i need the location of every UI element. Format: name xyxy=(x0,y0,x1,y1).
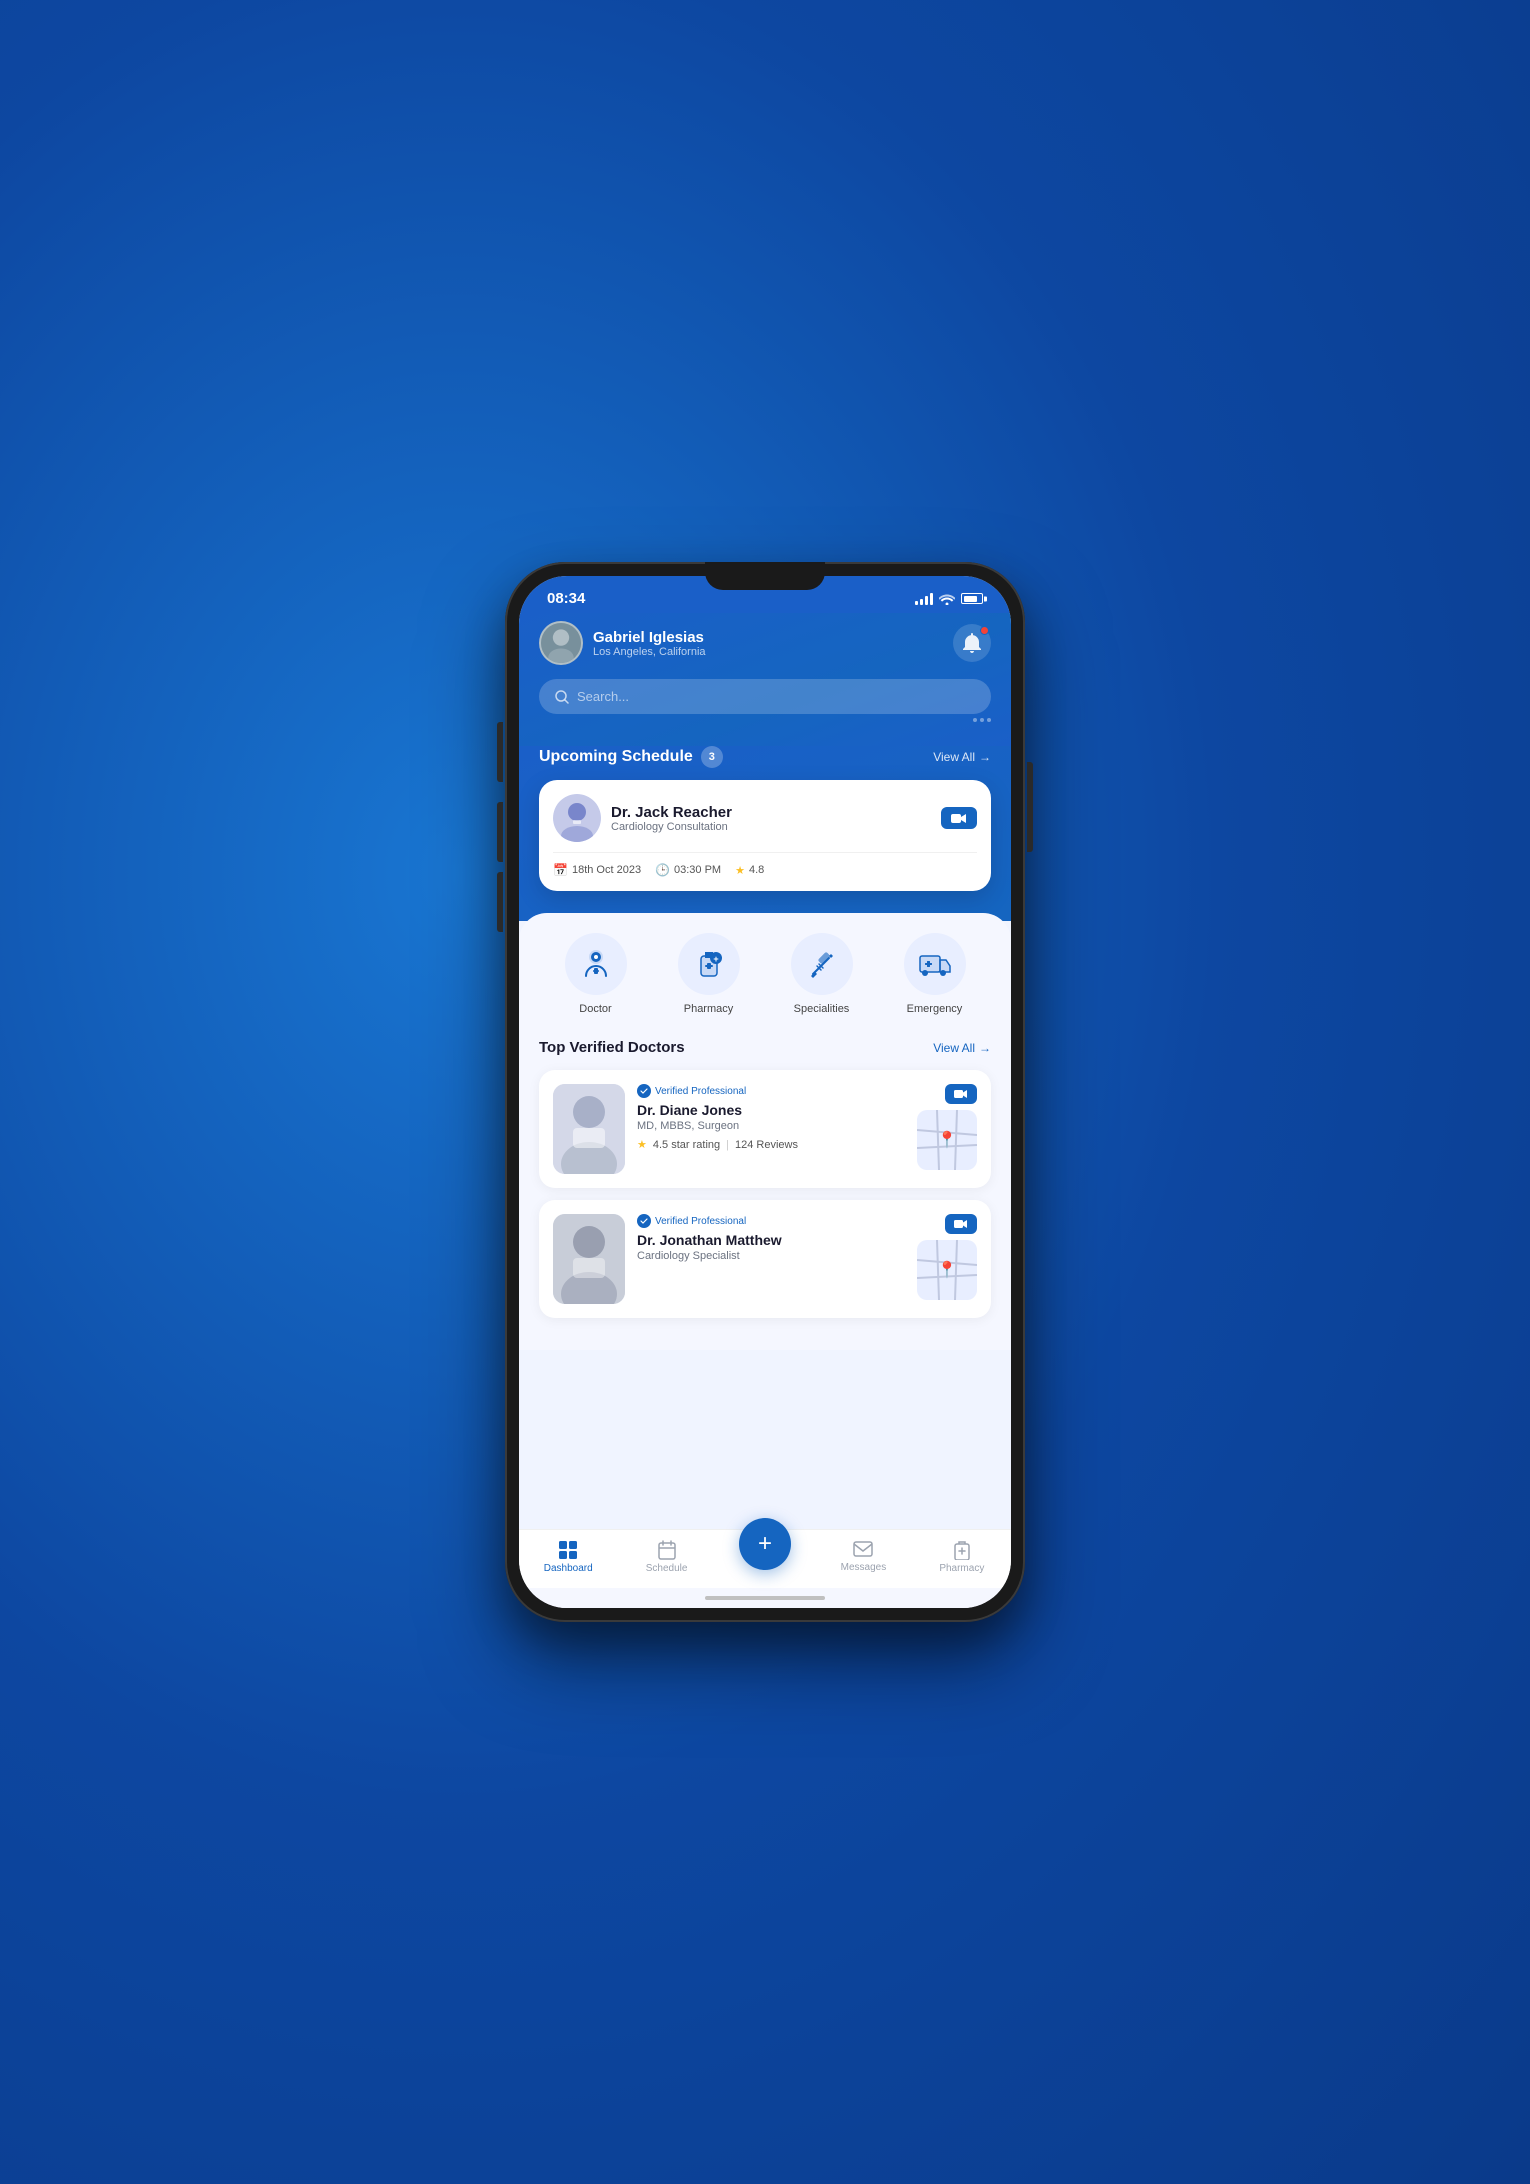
rating-row-1: ★ 4.5 star rating | 124 Reviews xyxy=(637,1138,905,1151)
clock-icon: 🕒 xyxy=(655,863,670,877)
location-pin-2: 📍 xyxy=(937,1260,957,1280)
search-bar[interactable] xyxy=(539,679,991,714)
doctor-details-1: Verified Professional Dr. Diane Jones MD… xyxy=(637,1084,905,1151)
map-preview-2: 📍 xyxy=(917,1240,977,1300)
user-location: Los Angeles, California xyxy=(593,646,706,658)
appointment-date: 📅 18th Oct 2023 xyxy=(553,863,641,877)
star-icon: ★ xyxy=(735,864,745,877)
category-pharmacy-label: Pharmacy xyxy=(684,1003,734,1015)
category-doctor[interactable]: Doctor xyxy=(565,933,627,1015)
body-section: Doctor + xyxy=(519,913,1011,1350)
svg-text:+: + xyxy=(713,954,718,964)
home-bar xyxy=(705,1596,825,1600)
schedule-section: Upcoming Schedule 3 View All → xyxy=(519,746,1011,921)
user-name: Gabriel Iglesias xyxy=(593,629,706,646)
nav-messages-label: Messages xyxy=(841,1562,887,1573)
rating-value-1: 4.5 star rating xyxy=(653,1139,720,1151)
doctor-details-2: Verified Professional Dr. Jonathan Matth… xyxy=(637,1214,905,1268)
status-time: 08:34 xyxy=(547,590,585,607)
calendar-icon: 📅 xyxy=(553,863,568,877)
schedule-title: Upcoming Schedule 3 xyxy=(539,746,723,768)
nav-schedule-label: Schedule xyxy=(646,1563,688,1574)
category-specialities-label: Specialities xyxy=(794,1003,850,1015)
pharmacy-icon-wrap: + xyxy=(678,933,740,995)
category-emergency-label: Emergency xyxy=(907,1003,963,1015)
doctor-avatar xyxy=(553,794,601,842)
ambulance-icon xyxy=(918,950,952,978)
nav-pharmacy-label: Pharmacy xyxy=(939,1563,984,1574)
verified-icon-1 xyxy=(637,1084,651,1098)
appointment-time: 🕒 03:30 PM xyxy=(655,863,721,877)
avatar xyxy=(539,621,583,665)
doctor-card-2[interactable]: Verified Professional Dr. Jonathan Matth… xyxy=(539,1200,991,1318)
scroll-content[interactable]: Upcoming Schedule 3 View All → xyxy=(519,746,1011,1529)
doctors-title: Top Verified Doctors xyxy=(539,1039,685,1056)
messages-icon xyxy=(853,1541,873,1559)
status-icons xyxy=(915,593,983,605)
verified-badge-1: Verified Professional xyxy=(637,1084,905,1098)
specialities-icon-wrap xyxy=(791,933,853,995)
review-count-1: 124 Reviews xyxy=(735,1139,798,1151)
header-section: Gabriel Iglesias Los Angeles, California xyxy=(519,613,1011,746)
category-emergency[interactable]: Emergency xyxy=(904,933,966,1015)
video-call-button[interactable] xyxy=(941,807,977,829)
doctor-specialty: Cardiology Consultation xyxy=(611,821,732,833)
user-info: Gabriel Iglesias Los Angeles, California xyxy=(539,621,706,665)
notification-button[interactable] xyxy=(953,624,991,662)
category-doctor-label: Doctor xyxy=(579,1003,611,1015)
verified-badge-2: Verified Professional xyxy=(637,1214,905,1228)
nav-add[interactable]: + xyxy=(716,1544,814,1570)
doctor-name-1: Dr. Diane Jones xyxy=(637,1102,905,1118)
home-indicator xyxy=(519,1588,1011,1608)
schedule-icon xyxy=(658,1540,676,1560)
schedule-view-all[interactable]: View All → xyxy=(933,750,991,764)
verified-icon-2 xyxy=(637,1214,651,1228)
wifi-icon xyxy=(939,593,955,605)
nav-dashboard-label: Dashboard xyxy=(544,1563,593,1574)
appointment-card[interactable]: Dr. Jack Reacher Cardiology Consultation xyxy=(539,780,991,891)
category-pharmacy[interactable]: + Pharmacy xyxy=(678,933,740,1015)
doctor-info: Dr. Jack Reacher Cardiology Consultation xyxy=(611,804,732,833)
video-btn-1[interactable] xyxy=(945,1084,977,1104)
notification-badge xyxy=(980,626,989,635)
doctor-name-2: Dr. Jonathan Matthew xyxy=(637,1232,905,1248)
doctor-specialty-1: MD, MBBS, Surgeon xyxy=(637,1120,905,1132)
dashboard-icon xyxy=(558,1540,578,1560)
doctors-section: Top Verified Doctors View All → xyxy=(539,1039,991,1350)
appointment-rating: ★ 4.8 xyxy=(735,864,764,877)
doctor-photo-1 xyxy=(553,1084,625,1174)
doctor-icon-wrap xyxy=(565,933,627,995)
search-icon xyxy=(555,690,569,704)
nav-dashboard[interactable]: Dashboard xyxy=(519,1540,617,1574)
user-text: Gabriel Iglesias Los Angeles, California xyxy=(593,629,706,658)
signal-icon xyxy=(915,593,933,605)
card-details: 📅 18th Oct 2023 🕒 03:30 PM ★ 4.8 xyxy=(553,852,977,877)
syringe-icon xyxy=(807,948,837,980)
map-preview-1: 📍 xyxy=(917,1110,977,1170)
doctor-photo-2 xyxy=(553,1214,625,1304)
pharmacy-icon: + xyxy=(694,948,724,980)
bottom-nav: Dashboard Schedule + xyxy=(519,1529,1011,1588)
video-btn-2[interactable] xyxy=(945,1214,977,1234)
pharmacy-nav-icon xyxy=(953,1540,971,1560)
nav-schedule[interactable]: Schedule xyxy=(617,1540,715,1574)
doctor-card-1[interactable]: Verified Professional Dr. Diane Jones MD… xyxy=(539,1070,991,1188)
category-specialities[interactable]: Specialities xyxy=(791,933,853,1015)
battery-icon xyxy=(961,593,983,604)
doctor-specialty-2: Cardiology Specialist xyxy=(637,1250,905,1262)
rating-star-1: ★ xyxy=(637,1138,647,1151)
schedule-count: 3 xyxy=(701,746,723,768)
doctors-view-all[interactable]: View All → xyxy=(933,1041,991,1055)
location-pin-1: 📍 xyxy=(937,1130,957,1150)
search-input[interactable] xyxy=(577,689,975,704)
doctor-icon xyxy=(581,948,611,980)
categories: Doctor + xyxy=(539,933,991,1015)
add-button[interactable]: + xyxy=(739,1518,791,1570)
doctor-name: Dr. Jack Reacher xyxy=(611,804,732,821)
decorative-dots xyxy=(539,718,991,722)
emergency-icon-wrap xyxy=(904,933,966,995)
nav-messages[interactable]: Messages xyxy=(814,1541,912,1573)
nav-pharmacy[interactable]: Pharmacy xyxy=(913,1540,1011,1574)
